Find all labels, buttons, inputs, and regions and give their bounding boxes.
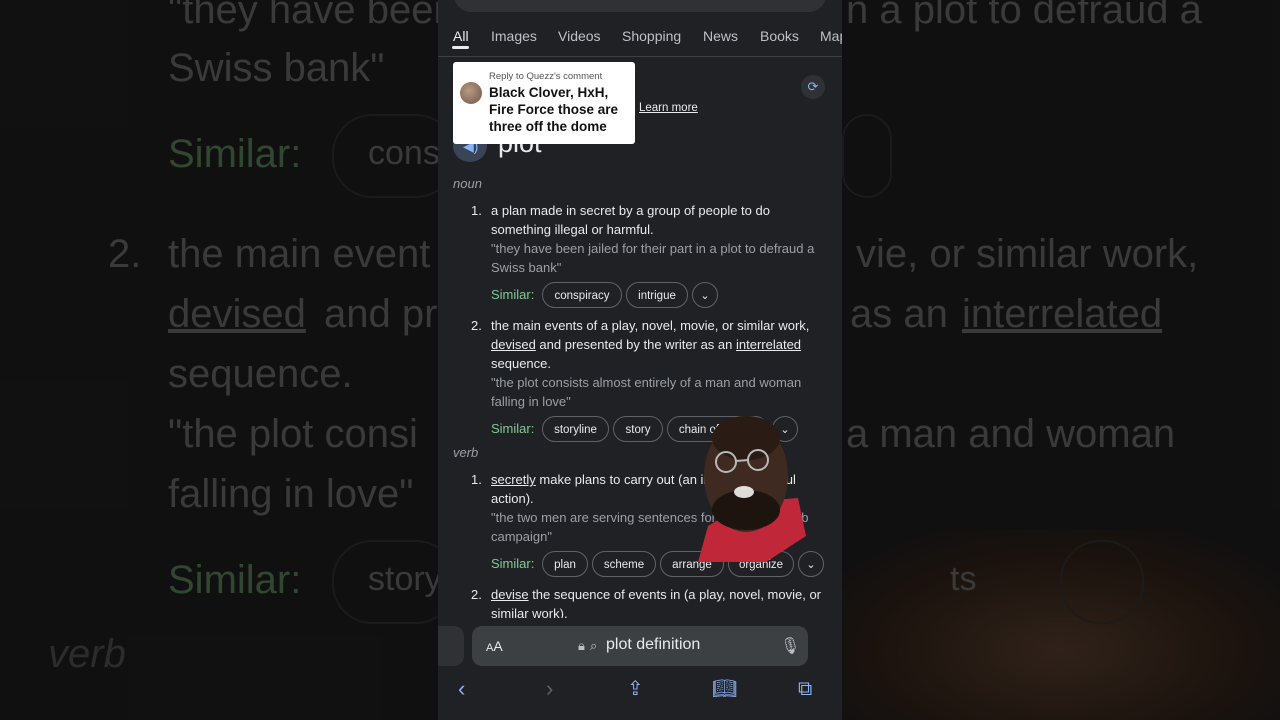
similar-chip[interactable]: scheme xyxy=(592,551,656,577)
bookmarks-icon[interactable]: 📖︎ xyxy=(712,676,737,702)
link-interrelated[interactable]: interrelated xyxy=(736,337,801,352)
similar-label: Similar: xyxy=(491,556,535,571)
mic-icon[interactable]: 🎙︎ xyxy=(780,636,800,656)
tab-maps[interactable]: Map xyxy=(820,28,842,44)
browser-bottom-bar: AA 🔒︎ ⌕ plot definition 🎙︎ ‹ › ⇪ 📖︎ ⧉ xyxy=(438,618,842,720)
tab-videos[interactable]: Videos xyxy=(558,28,601,44)
reply-text: Black Clover, HxH, Fire Force those are … xyxy=(489,85,619,134)
similar-chip[interactable]: story xyxy=(613,416,663,442)
search-bar[interactable] xyxy=(454,0,826,12)
tab-images[interactable]: Images xyxy=(491,28,537,44)
learn-more-link[interactable]: Learn more xyxy=(639,102,698,114)
aa-big: A xyxy=(493,638,503,654)
tab-all[interactable]: All xyxy=(453,28,469,44)
link-devise[interactable]: devise xyxy=(491,587,529,602)
similar-chip[interactable]: storyline xyxy=(542,416,609,442)
part-of-speech: verb xyxy=(453,445,479,460)
avatar xyxy=(460,82,482,104)
definition-number: 1. xyxy=(471,472,482,487)
person-overlay xyxy=(698,416,806,562)
similar-label: Similar: xyxy=(491,287,535,302)
reply-meta: Reply to Quezz's comment xyxy=(489,71,603,82)
reply-comment-card: Reply to Quezz's comment Black Clover, H… xyxy=(453,62,635,144)
definition-text-part: the main events of a play, novel, movie,… xyxy=(491,318,810,333)
definition-text: a plan made in secret by a group of peop… xyxy=(491,203,770,237)
link-devised[interactable]: devised xyxy=(491,337,536,352)
tab-books[interactable]: Books xyxy=(760,28,799,44)
definition-text-part: sequence. xyxy=(491,356,551,371)
definition-text-part: and presented by the writer as an xyxy=(535,337,736,352)
search-tabs: All Images Videos Shopping News Books Ma… xyxy=(438,26,842,49)
tabs-icon[interactable]: ⧉ xyxy=(798,676,812,702)
definition-example: "they have been jailed for their part in… xyxy=(491,241,815,275)
definition-text: the main events of a play, novel, movie,… xyxy=(491,316,831,373)
forward-icon[interactable]: › xyxy=(546,676,553,702)
active-tab-indicator xyxy=(452,46,469,49)
tab-shopping[interactable]: Shopping xyxy=(622,28,681,44)
similar-chip[interactable]: conspiracy xyxy=(542,282,622,308)
previous-tab-peek[interactable] xyxy=(438,626,464,666)
address-query[interactable]: plot definition xyxy=(606,636,700,654)
phone-screen: All Images Videos Shopping News Books Ma… xyxy=(438,0,842,720)
address-bar[interactable]: AA 🔒︎ ⌕ plot definition 🎙︎ xyxy=(472,626,808,666)
search-icon: ⌕ xyxy=(590,638,598,653)
definition-number: 1. xyxy=(471,203,482,218)
chevron-down-icon[interactable]: ⌄ xyxy=(692,282,718,308)
definition-number: 2. xyxy=(471,587,482,602)
divider xyxy=(438,56,842,57)
link-secretly[interactable]: secretly xyxy=(491,472,536,487)
part-of-speech: noun xyxy=(453,176,482,191)
refresh-icon[interactable]: ⟳ xyxy=(801,75,825,99)
tab-news[interactable]: News xyxy=(703,28,738,44)
similar-chip[interactable]: intrigue xyxy=(626,282,688,308)
lock-icon: 🔒︎ xyxy=(578,638,585,653)
definition-number: 2. xyxy=(471,318,482,333)
definition-text-part: the sequence of events in (a play, novel… xyxy=(491,587,822,621)
share-icon[interactable]: ⇪ xyxy=(627,676,644,702)
back-icon[interactable]: ‹ xyxy=(458,676,465,702)
similar-label: Similar: xyxy=(491,421,535,436)
reader-settings-button[interactable]: AA xyxy=(486,638,503,654)
similar-chip[interactable]: plan xyxy=(542,551,588,577)
